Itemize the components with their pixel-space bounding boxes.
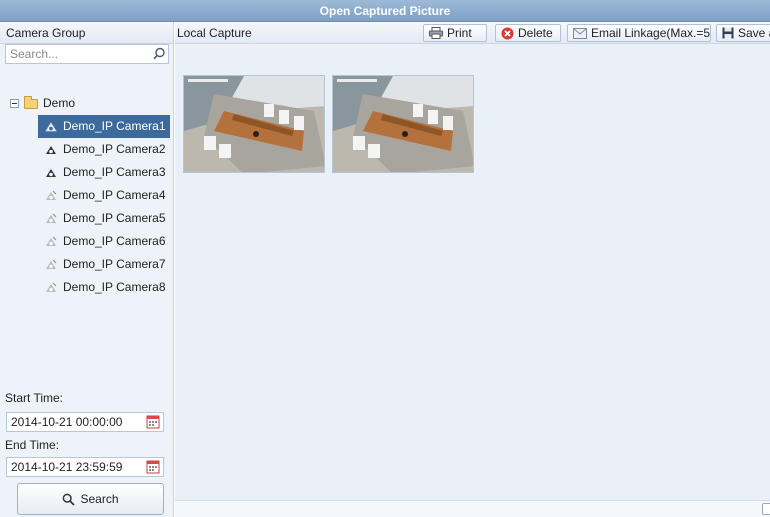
save-icon <box>722 27 734 39</box>
email-label: Email Linkage(Max.=5MB) <box>591 26 711 40</box>
camera-label: Demo_IP Camera3 <box>63 165 166 179</box>
delete-label: Delete <box>518 26 553 40</box>
tree-item-camera1[interactable]: Demo_IP Camera1 <box>38 115 170 138</box>
camera-offline-icon <box>46 190 57 200</box>
folder-icon <box>24 95 38 109</box>
calendar-icon[interactable] <box>146 414 160 429</box>
search-button[interactable]: Search <box>17 483 164 515</box>
camera-label: Demo_IP Camera8 <box>63 280 166 294</box>
email-linkage-button[interactable]: Email Linkage(Max.=5MB) <box>567 24 711 42</box>
tree-item-camera8[interactable]: Demo_IP Camera8 <box>0 276 174 299</box>
end-time-field[interactable]: 2014-10-21 23:59:59 <box>6 457 164 477</box>
camera-search-input[interactable] <box>5 44 169 64</box>
start-time-label: Start Time: <box>5 391 64 405</box>
camera-offline-icon <box>46 259 57 269</box>
delete-button[interactable]: Delete <box>495 24 561 42</box>
calendar-icon[interactable] <box>146 459 160 474</box>
tree-item-camera7[interactable]: Demo_IP Camera7 <box>0 253 174 276</box>
email-icon <box>573 27 587 39</box>
camera-offline-icon <box>46 236 57 246</box>
window-title: Open Captured Picture <box>0 0 770 22</box>
camera-tree: Demo Demo_IP Camera1 Demo_IP Camera2 Dem… <box>0 92 174 299</box>
tree-item-camera4[interactable]: Demo_IP Camera4 <box>0 184 174 207</box>
tree-node-label: Demo <box>43 96 76 110</box>
camera-label: Demo_IP Camera2 <box>63 142 166 156</box>
camera-label: Demo_IP Camera1 <box>63 119 166 133</box>
tree-item-camera2[interactable]: Demo_IP Camera2 <box>0 138 174 161</box>
tree-node-demo[interactable]: Demo <box>0 92 174 115</box>
camera-label: Demo_IP Camera4 <box>63 188 166 202</box>
camera-online-icon <box>46 168 56 177</box>
end-time-value: 2014-10-21 23:59:59 <box>11 460 123 474</box>
camera-online-icon <box>45 121 57 131</box>
print-label: Print <box>447 26 472 40</box>
collapse-toggle-icon[interactable] <box>10 99 19 108</box>
camera-offline-icon <box>46 282 57 292</box>
status-strip <box>175 500 770 517</box>
save-as-button[interactable]: Save as <box>716 24 770 42</box>
search-button-label: Search <box>80 492 119 506</box>
camera-online-icon <box>46 145 56 154</box>
local-capture-panel: Local Capture Print Delete Email Linkage <box>175 22 770 517</box>
delete-icon <box>501 27 514 39</box>
tree-item-camera6[interactable]: Demo_IP Camera6 <box>0 230 174 253</box>
camera-label: Demo_IP Camera7 <box>63 257 166 271</box>
panel-title: Local Capture <box>177 26 252 40</box>
camera-search <box>5 44 169 64</box>
camera-label: Demo_IP Camera6 <box>63 234 166 248</box>
search-icon <box>63 493 76 506</box>
end-time-label: End Time: <box>5 438 60 452</box>
camera-group-header: Camera Group <box>0 22 173 44</box>
start-time-field[interactable]: 2014-10-21 00:00:00 <box>6 412 164 432</box>
printer-icon <box>429 27 443 39</box>
tree-item-camera5[interactable]: Demo_IP Camera5 <box>0 207 174 230</box>
save-as-label: Save as <box>738 26 770 40</box>
captured-picture-1[interactable] <box>183 75 325 173</box>
conference-room-image <box>333 76 473 172</box>
conference-room-image <box>184 76 324 172</box>
main-toolbar: Local Capture Print Delete Email Linkage <box>175 22 770 44</box>
search-icon[interactable] <box>151 46 167 62</box>
page-control[interactable] <box>762 503 770 515</box>
start-time-value: 2014-10-21 00:00:00 <box>11 415 123 429</box>
camera-label: Demo_IP Camera5 <box>63 211 166 225</box>
print-button[interactable]: Print <box>423 24 487 42</box>
tree-item-camera3[interactable]: Demo_IP Camera3 <box>0 161 174 184</box>
camera-offline-icon <box>46 213 57 223</box>
captured-picture-2[interactable] <box>332 75 474 173</box>
